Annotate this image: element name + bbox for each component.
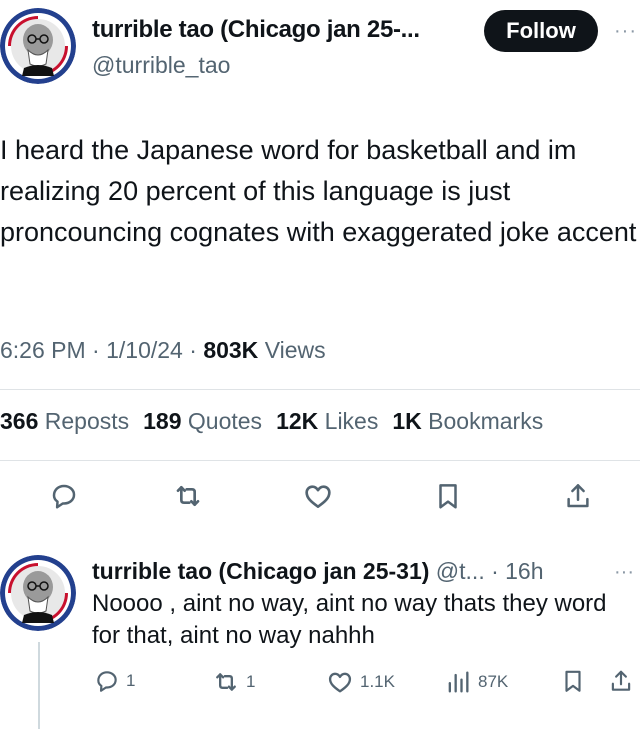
reply-bookmark-button[interactable] bbox=[560, 668, 586, 694]
tweet-text: I heard the Japanese word for basketball… bbox=[0, 135, 637, 247]
reply-button[interactable] bbox=[44, 476, 84, 516]
like-button[interactable] bbox=[298, 476, 338, 516]
reply-share-button[interactable] bbox=[608, 668, 634, 694]
engagement-stats: 366 Reposts 189 Quotes 12K Likes 1K Book… bbox=[0, 408, 543, 435]
share-icon bbox=[567, 484, 589, 508]
reply-like-button[interactable]: 1.1K bbox=[326, 668, 395, 696]
repost-icon bbox=[176, 486, 200, 506]
bookmark-icon bbox=[565, 670, 581, 692]
tweet-time[interactable]: 6:26 PM bbox=[0, 337, 86, 363]
author-avatar[interactable] bbox=[0, 8, 76, 84]
repost-icon bbox=[216, 673, 236, 691]
reply-count: 1 bbox=[126, 671, 136, 690]
stat-quotes[interactable]: 189 Quotes bbox=[143, 408, 262, 435]
reply-reply-button[interactable]: 1 bbox=[94, 668, 135, 694]
thread-line bbox=[38, 642, 40, 729]
reply-views-button[interactable]: 87K bbox=[444, 668, 508, 696]
author-handle[interactable]: @turrible_tao bbox=[92, 52, 230, 79]
avatar-image bbox=[0, 555, 76, 631]
reply-icon bbox=[52, 484, 76, 509]
meta-separator: · bbox=[182, 337, 204, 363]
reply-handle-time[interactable]: @t... · 16h bbox=[429, 558, 544, 584]
avatar-image bbox=[0, 8, 76, 84]
repost-button[interactable] bbox=[168, 476, 208, 516]
stat-likes[interactable]: 12K Likes bbox=[276, 408, 378, 435]
like-icon bbox=[328, 672, 352, 693]
tweet-meta: 6:26 PM · 1/10/24 · 803K Views bbox=[0, 337, 326, 364]
share-icon bbox=[611, 670, 631, 691]
stat-reposts[interactable]: 366 Reposts bbox=[0, 408, 129, 435]
views-label: Views bbox=[264, 337, 326, 363]
reply-icon bbox=[97, 671, 117, 692]
views-count: 803K bbox=[203, 337, 259, 363]
meta-separator: · bbox=[85, 337, 107, 363]
divider bbox=[0, 389, 640, 390]
reply-author-name[interactable]: turrible tao (Chicago jan 25-31) bbox=[92, 558, 429, 584]
more-options-icon[interactable]: ··· bbox=[614, 20, 637, 43]
reply-author-avatar[interactable] bbox=[0, 555, 76, 631]
bookmark-icon bbox=[439, 484, 457, 509]
reply-header: turrible tao (Chicago jan 25-31) @t... ·… bbox=[92, 558, 544, 585]
repost-count: 1 bbox=[246, 672, 256, 691]
views-icon bbox=[448, 671, 469, 693]
tweet-date[interactable]: 1/10/24 bbox=[106, 337, 183, 363]
reply-more-options-icon[interactable]: ··· bbox=[614, 561, 634, 584]
reply-repost-button[interactable]: 1 bbox=[212, 668, 255, 696]
divider bbox=[0, 460, 640, 461]
like-icon bbox=[305, 485, 331, 508]
author-name[interactable]: turrible tao (Chicago jan 25-... bbox=[92, 16, 420, 44]
views-count: 87K bbox=[478, 672, 509, 691]
share-button[interactable] bbox=[558, 476, 598, 516]
stat-bookmarks[interactable]: 1K Bookmarks bbox=[392, 408, 543, 435]
reply-text: Noooo , aint no way, aint no way thats t… bbox=[92, 590, 607, 649]
follow-button[interactable]: Follow bbox=[484, 10, 598, 52]
bookmark-button[interactable] bbox=[428, 476, 468, 516]
like-count: 1.1K bbox=[360, 672, 395, 691]
